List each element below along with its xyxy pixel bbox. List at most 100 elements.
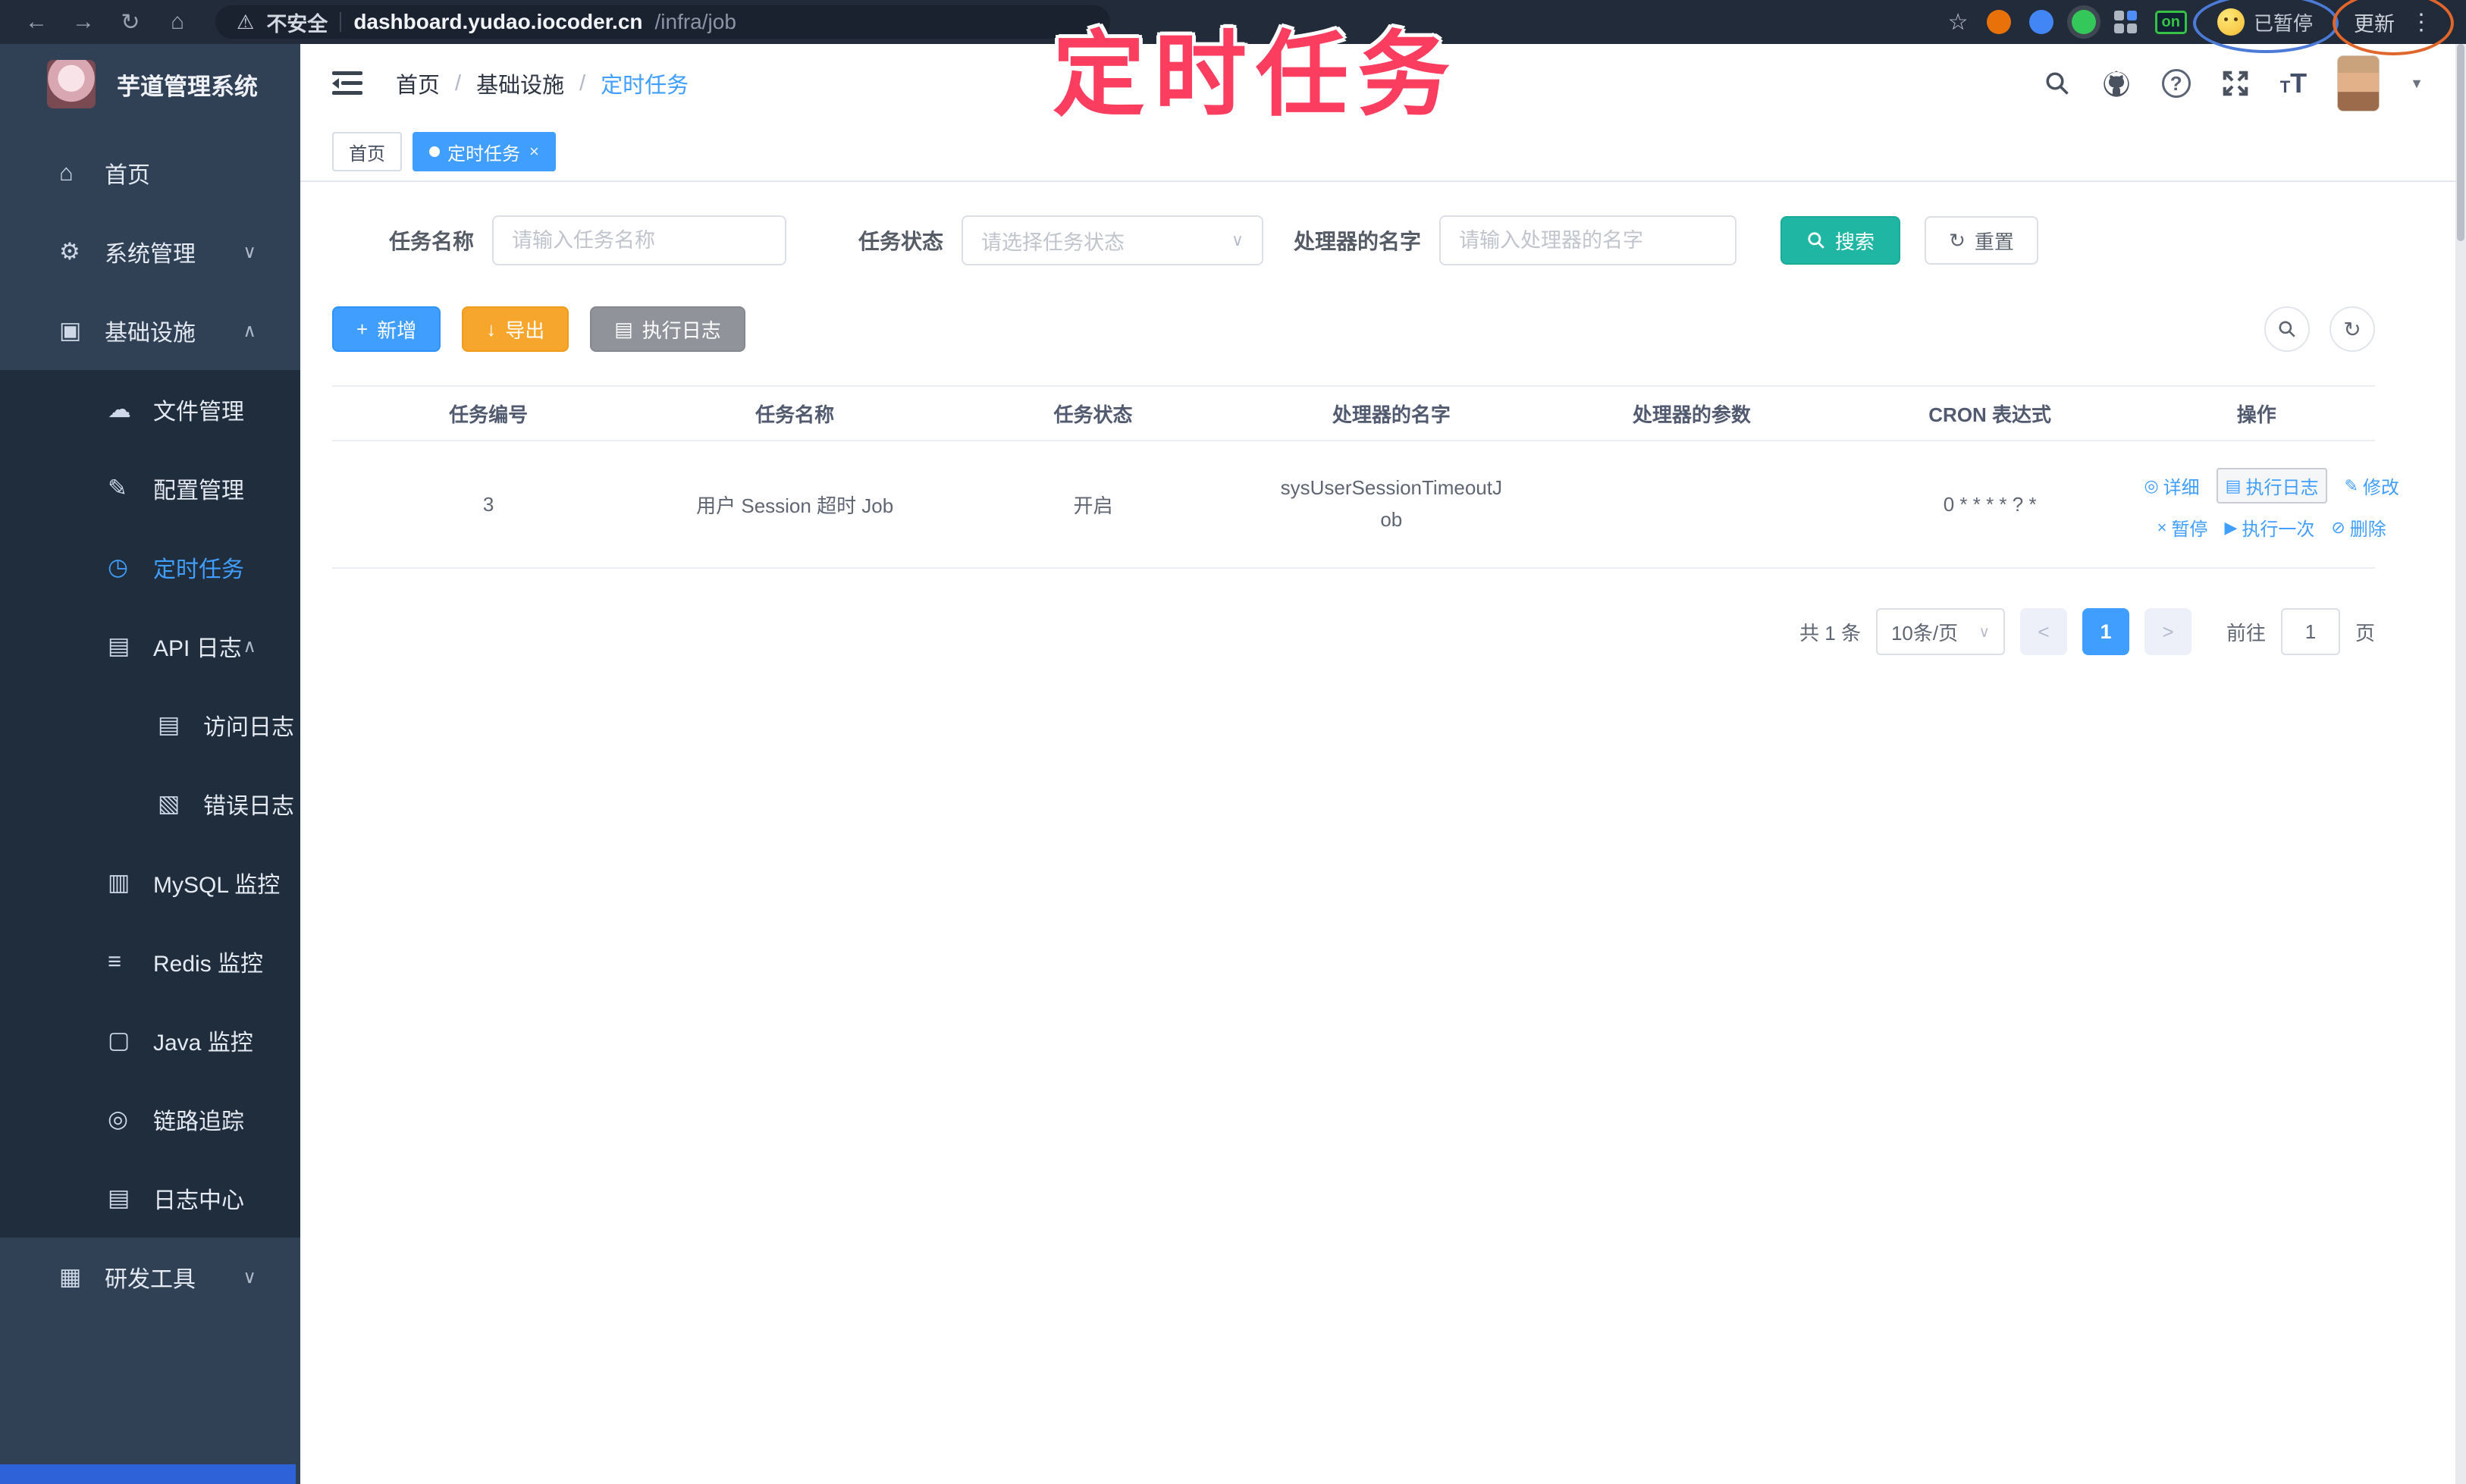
browser-forward-icon[interactable]: →	[64, 9, 103, 35]
sidebar-item-redis-monitor[interactable]: ≡ Redis 监控	[0, 922, 300, 1001]
edit-icon: ✎	[108, 475, 127, 501]
execution-log-button[interactable]: ▤ 执行日志	[590, 306, 745, 352]
sidebar-bottom-strip	[0, 1464, 296, 1484]
sidebar-item-scheduled-tasks[interactable]: ◷ 定时任务	[0, 528, 300, 607]
sidebar-item-config-management[interactable]: ✎ 配置管理	[0, 449, 300, 528]
sidebar-item-mysql-monitor[interactable]: ▥ MySQL 监控	[0, 843, 300, 922]
extension-on-badge[interactable]: on	[2154, 10, 2187, 34]
timer-icon: ◷	[108, 554, 129, 580]
browser-menu-kebab-icon[interactable]: ⋮	[2410, 9, 2433, 36]
window-scrollbar[interactable]	[2455, 44, 2466, 1484]
col-cron: CRON 表达式	[1928, 403, 2052, 426]
tag-scheduled-tasks[interactable]: 定时任务 ×	[413, 132, 556, 171]
chevron-down-icon: ∨	[243, 241, 256, 262]
sidebar-item-log-center[interactable]: ▤ 日志中心	[0, 1159, 300, 1238]
sidebar-item-dev-tools[interactable]: ▦ 研发工具 ∨	[0, 1238, 300, 1316]
table-toolbar: + 新增 ↓ 导出 ▤ 执行日志 ↻	[332, 306, 2466, 352]
pause-link[interactable]: × 暂停	[2157, 514, 2208, 541]
cell-cron: 0 * * * * ? *	[1943, 492, 2037, 516]
cell-actions: ◎ 详细 ▤ 执行日志 ✎ 修改 × 暂停 ▶ 执行一次 ⊘ 删除	[2138, 460, 2405, 548]
eye-icon: ◎	[2144, 475, 2159, 495]
profile-paused-badge[interactable]: 已暂停	[2192, 0, 2339, 53]
breadcrumb-infrastructure[interactable]: 基础设施	[476, 67, 564, 99]
sidebar-item-api-logs[interactable]: ▤ API 日志 ∧	[0, 607, 300, 686]
caret-down-icon[interactable]: ▼	[2410, 76, 2424, 92]
extension-icon-green[interactable]	[2071, 10, 2096, 34]
cell-job-name: 用户 Session 超时 Job	[696, 494, 894, 517]
col-job-name: 任务名称	[755, 403, 835, 426]
toggle-search-button[interactable]	[2264, 306, 2310, 352]
tag-home[interactable]: 首页	[332, 132, 402, 171]
help-icon[interactable]: ?	[2161, 69, 2191, 98]
task-name-label: 任务名称	[389, 230, 475, 253]
close-icon[interactable]: ×	[529, 142, 539, 162]
play-icon: ▶	[2224, 517, 2238, 537]
sidebar-item-java-monitor[interactable]: ▢ Java 监控	[0, 1001, 300, 1080]
extension-icon-blue[interactable]	[2028, 10, 2053, 34]
edit-link[interactable]: ✎ 修改	[2344, 472, 2399, 499]
list-icon: ▤	[614, 318, 633, 340]
main-area: 首页 / 基础设施 / 定时任务 ? TT ▼ 首页 定时任务 × 任务名称 请…	[300, 44, 2466, 1484]
page-size-select[interactable]: 10条/页 ∨	[1875, 608, 2005, 655]
github-icon[interactable]	[2101, 68, 2132, 99]
task-name-input[interactable]	[492, 215, 787, 265]
sidebar-item-home[interactable]: ⌂ 首页	[0, 133, 300, 212]
trash-icon: ⊘	[2331, 517, 2345, 537]
col-actions: 操作	[2236, 403, 2276, 426]
infrastructure-submenu: ☁ 文件管理 ✎ 配置管理 ◷ 定时任务 ▤ API 日志 ∧ ▤ 访问日志 ▧…	[0, 370, 300, 1238]
browser-back-icon[interactable]: ←	[17, 9, 56, 35]
bookmark-star-icon[interactable]: ☆	[1948, 9, 1969, 36]
row-execution-log-link[interactable]: ▤ 执行日志	[2216, 468, 2328, 504]
reset-button[interactable]: ↻ 重置	[1925, 216, 2038, 265]
extension-grid-icon[interactable]	[2113, 11, 2137, 33]
active-tag-dot	[429, 146, 440, 157]
user-avatar[interactable]	[2337, 55, 2380, 111]
not-secure-label: 不安全	[266, 12, 328, 36]
extension-icon-orange[interactable]	[1986, 10, 2011, 34]
browser-update-button[interactable]: 更新 ⋮	[2333, 0, 2454, 55]
run-once-link[interactable]: ▶ 执行一次	[2224, 514, 2314, 541]
goto-page-input[interactable]	[2280, 608, 2340, 655]
home-icon: ⌂	[59, 159, 74, 186]
breadcrumb-home[interactable]: 首页	[396, 67, 440, 99]
sidebar-collapse-icon[interactable]	[332, 71, 362, 96]
monitor-icon: ▣	[59, 317, 82, 344]
page-unit-label: 页	[2355, 621, 2375, 645]
current-page-button[interactable]: 1	[2082, 608, 2129, 655]
add-button[interactable]: + 新增	[332, 306, 441, 352]
database-icon: ▥	[108, 869, 130, 896]
sidebar-item-trace[interactable]: ◎ 链路追踪	[0, 1080, 300, 1159]
browser-home-icon[interactable]: ⌂	[158, 9, 197, 35]
chevron-down-icon: ∨	[1231, 231, 1244, 249]
briefcase-icon: ▦	[59, 1263, 82, 1290]
annotation-text: 定时任务	[1053, 24, 1459, 127]
total-count: 共 1 条	[1799, 621, 1861, 645]
delete-link[interactable]: ⊘ 删除	[2331, 514, 2386, 541]
url-host: dashboard.yudao.iocoder.cn	[353, 10, 643, 33]
task-status-select[interactable]: 请选择任务状态 ∨	[962, 215, 1264, 265]
download-icon: ↓	[486, 318, 497, 340]
next-page-button[interactable]: >	[2144, 608, 2191, 655]
font-size-icon[interactable]: TT	[2280, 67, 2307, 99]
app-logo[interactable]: 芋道管理系统	[0, 44, 300, 124]
sidebar-item-system-management[interactable]: ⚙ 系统管理 ∨	[0, 212, 300, 291]
sidebar-item-access-logs[interactable]: ▤ 访问日志	[0, 686, 300, 764]
plus-icon: +	[356, 318, 369, 340]
col-job-id: 任务编号	[449, 403, 529, 426]
refresh-table-button[interactable]: ↻	[2330, 306, 2375, 352]
access-log-icon: ▤	[158, 711, 180, 738]
export-button[interactable]: ↓ 导出	[462, 306, 569, 352]
address-bar[interactable]: ⚠ 不安全 dashboard.yudao.iocoder.cn/infra/j…	[215, 5, 1110, 39]
sidebar-item-file-management[interactable]: ☁ 文件管理	[0, 370, 300, 449]
fullscreen-icon[interactable]	[2221, 69, 2250, 98]
col-handler-param: 处理器的参数	[1632, 403, 1751, 426]
sidebar-item-infrastructure[interactable]: ▣ 基础设施 ∧	[0, 291, 300, 370]
detail-link[interactable]: ◎ 详细	[2144, 472, 2199, 499]
browser-reload-icon[interactable]: ↻	[111, 9, 150, 36]
search-button[interactable]: 搜索	[1780, 216, 1901, 265]
sidebar-item-error-logs[interactable]: ▧ 错误日志	[0, 764, 300, 843]
prev-page-button[interactable]: <	[2019, 608, 2067, 655]
handler-name-input[interactable]	[1439, 215, 1737, 265]
search-icon[interactable]	[2044, 70, 2071, 97]
cell-job-id: 3	[482, 492, 494, 516]
